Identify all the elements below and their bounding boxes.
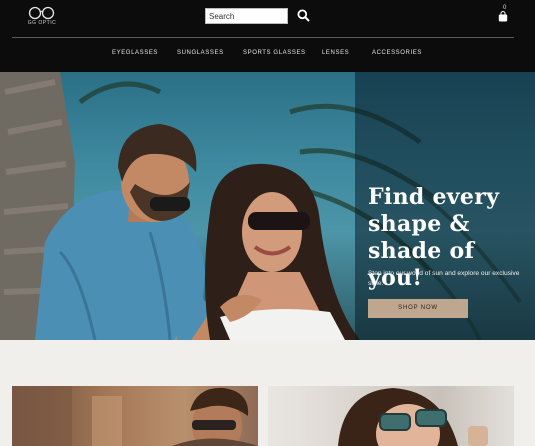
nav-item-sunglasses[interactable]: SUNGLASSES [177, 50, 224, 56]
site-logo[interactable]: GG OPTIC [27, 6, 57, 28]
nav-item-sports-glasses[interactable]: SPORTS GLASSES [243, 50, 306, 56]
promo-card-sunglasses[interactable] [268, 386, 514, 446]
search-bar [205, 8, 310, 24]
promo-image-woman [338, 388, 488, 446]
shop-now-button[interactable]: SHOP NOW [368, 299, 468, 318]
glasses-logo-icon [28, 6, 55, 20]
search-icon [297, 9, 310, 22]
promo-card-eyeglasses[interactable] [12, 386, 258, 446]
shopping-bag-icon [498, 11, 508, 22]
nav-item-lenses[interactable]: LENSES [322, 50, 349, 56]
hero-banner: Find every shape & shade of you! Step in… [0, 72, 535, 340]
promo-image-man [12, 386, 258, 446]
cart-button[interactable]: 0 [497, 5, 511, 23]
search-button[interactable] [296, 9, 310, 23]
header-divider [12, 37, 514, 38]
site-header: GG OPTIC 0 EYEGLASSES SUNGLASSES SPORTS … [0, 0, 535, 72]
nav-item-accessories[interactable]: ACCESSORIES [372, 50, 422, 56]
nav-item-eyeglasses[interactable]: EYEGLASSES [112, 50, 158, 56]
hero-subtitle: Step into our world of sun and explore o… [368, 270, 520, 287]
logo-text: GG OPTIC [27, 20, 57, 26]
search-input[interactable] [205, 8, 288, 24]
